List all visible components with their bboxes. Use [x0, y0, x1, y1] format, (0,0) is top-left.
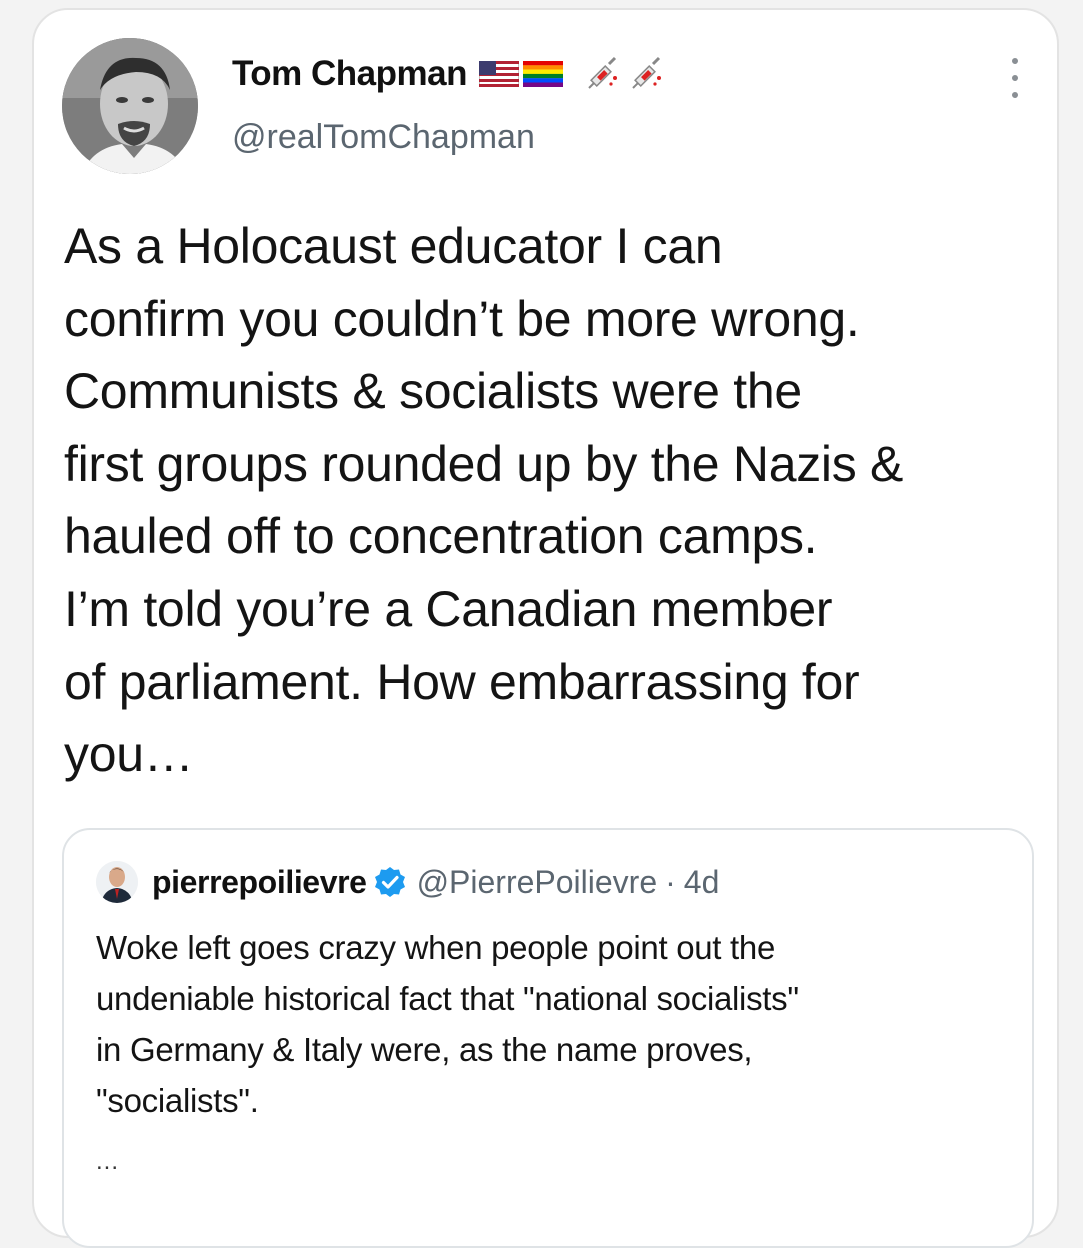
- tweet-text-line: of parliament. How embarrassing for: [64, 653, 860, 710]
- rainbow-flag-icon: [522, 61, 563, 87]
- tweet-text-line: I’m told you’re a Canadian member: [64, 580, 833, 637]
- tweet-text-line: hauled off to concentration camps.: [64, 508, 818, 565]
- verified-badge-icon: [373, 865, 407, 899]
- tweet-text: As a Holocaust educator I can confirm yo…: [64, 210, 1049, 791]
- author-avatar[interactable]: [62, 38, 198, 174]
- tweet-text-line: Communists & socialists were the: [64, 363, 802, 420]
- syringe-icon: [629, 56, 665, 92]
- separator-dot: ·: [665, 863, 676, 900]
- quoted-text-line: Woke left goes crazy when people point o…: [96, 929, 776, 966]
- author-handle[interactable]: @realTomChapman: [232, 118, 535, 157]
- quoted-author-handle[interactable]: @PierrePoilievre: [417, 864, 658, 901]
- syringe-icon: [585, 56, 621, 92]
- quoted-tweet[interactable]: pierrepoilievre @PierrePoilievre · 4d Wo…: [62, 828, 1034, 1248]
- quoted-tweet-truncation: ...: [96, 1148, 120, 1175]
- more-dot: [1012, 58, 1018, 64]
- quoted-tweet-text: Woke left goes crazy when people point o…: [96, 922, 1006, 1126]
- us-flag-icon: [478, 60, 520, 88]
- more-dot: [1012, 75, 1018, 81]
- quoted-text-line: in Germany & Italy were, as the name pro…: [96, 1031, 753, 1068]
- tweet-text-line: first groups rounded up by the Nazis &: [64, 435, 904, 492]
- quoted-text-line: undeniable historical fact that "nationa…: [96, 980, 799, 1017]
- quoted-tweet-header: pierrepoilievre @PierrePoilievre · 4d: [96, 860, 719, 904]
- quoted-author-name[interactable]: pierrepoilievre: [152, 864, 367, 901]
- quoted-author-avatar[interactable]: [96, 861, 138, 903]
- author-name[interactable]: Tom Chapman: [232, 54, 467, 94]
- more-vertical-icon[interactable]: [1005, 58, 1025, 98]
- author-name-row: Tom Chapman: [232, 52, 665, 96]
- tweet-text-line: As a Holocaust educator I can: [64, 218, 723, 274]
- more-dot: [1012, 92, 1018, 98]
- quoted-tweet-time[interactable]: 4d: [684, 864, 720, 901]
- quoted-text-line: "socialists".: [96, 1082, 259, 1119]
- author-avatar-image: [62, 38, 198, 174]
- tweet-text-line: confirm you couldn’t be more wrong.: [64, 290, 860, 347]
- tweet-text-line: you…: [64, 726, 194, 783]
